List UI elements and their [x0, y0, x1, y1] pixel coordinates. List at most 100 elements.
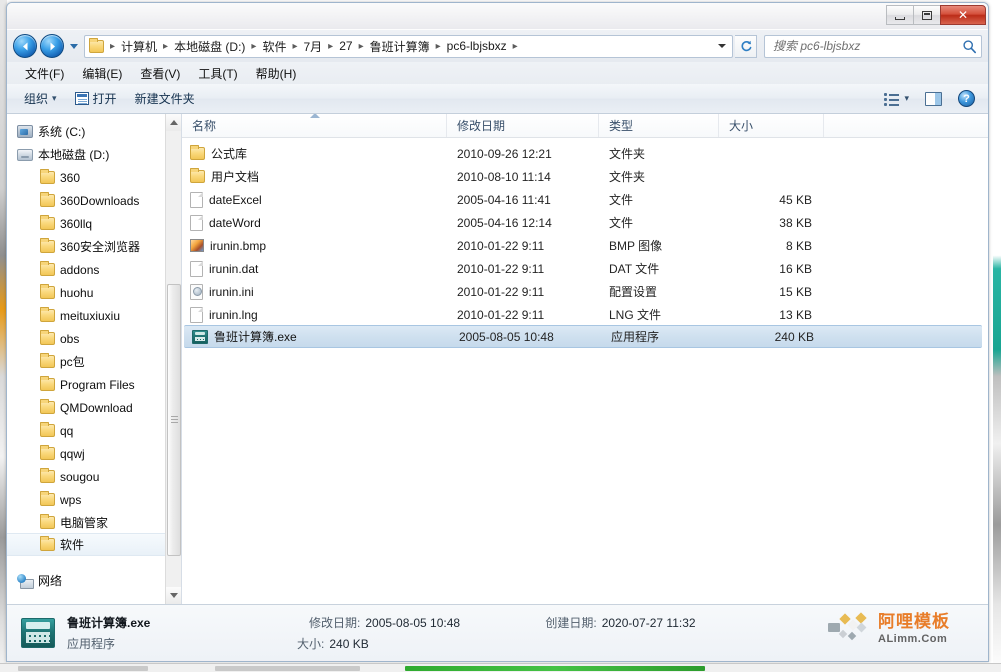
sidebar-item-360browser[interactable]: 360安全浏览器 — [7, 235, 181, 258]
table-row[interactable]: irunin.bmp 2010-01-22 9:11 BMP 图像 8 KB — [182, 234, 988, 257]
sidebar-item-pcbao[interactable]: pc包 — [7, 350, 181, 373]
search-input[interactable] — [773, 39, 962, 53]
search-box[interactable] — [764, 34, 982, 58]
table-row-selected[interactable]: 鲁班计算簿.exe 2005-08-05 10:48 应用程序 240 KB — [184, 325, 982, 348]
breadcrumb-item-6[interactable]: pc6-lbjsbxz — [444, 38, 510, 54]
sidebar-item-software[interactable]: 软件 — [7, 533, 181, 556]
sidebar-scroll-up-button[interactable] — [166, 114, 181, 131]
folder-icon — [40, 261, 55, 276]
sidebar-item-computer-manager[interactable]: 电脑管家 — [7, 511, 181, 534]
sidebar-item-huohu[interactable]: huohu — [7, 281, 181, 304]
table-row[interactable]: irunin.lng 2010-01-22 9:11 LNG 文件 13 KB — [182, 303, 988, 326]
breadcrumb-item-1[interactable]: 本地磁盘 (D:) — [171, 37, 248, 56]
new-folder-button[interactable]: 新建文件夹 — [128, 87, 202, 110]
taskbar-progress[interactable] — [405, 666, 705, 671]
sidebar-item-obs[interactable]: obs — [7, 327, 181, 350]
sidebar-scrollbar[interactable] — [165, 114, 181, 604]
file-size: 15 KB — [779, 284, 812, 299]
sidebar-item-360[interactable]: 360 — [7, 166, 181, 189]
table-row[interactable]: dateWord 2005-04-16 12:14 文件 38 KB — [182, 211, 988, 234]
breadcrumb-item-3[interactable]: 7月 — [300, 37, 325, 56]
sidebar-item-addons[interactable]: addons — [7, 258, 181, 281]
breadcrumb-dropdown-button[interactable] — [714, 36, 730, 57]
menu-help[interactable]: 帮助(H) — [248, 63, 305, 84]
file-date: 2010-08-10 11:14 — [457, 169, 551, 184]
menu-tools[interactable]: 工具(T) — [190, 63, 245, 84]
sidebar-item-sougou[interactable]: sougou — [7, 465, 181, 488]
open-button[interactable]: 打开 — [68, 87, 124, 110]
column-header-name[interactable]: 名称 — [182, 114, 447, 137]
forward-button[interactable] — [40, 34, 64, 58]
file-name: 鲁班计算簿.exe — [214, 330, 297, 344]
sidebar-item-qmdownload[interactable]: QMDownload — [7, 396, 181, 419]
breadcrumb[interactable]: ▸ 计算机 ▸ 本地磁盘 (D:) ▸ 软件 ▸ 7月 ▸ 27 ▸ 鲁班计算簿… — [84, 34, 733, 58]
menu-edit[interactable]: 编辑(E) — [74, 63, 130, 84]
refresh-button[interactable] — [735, 34, 757, 58]
file-type: 文件夹 — [609, 170, 646, 184]
back-button[interactable] — [13, 34, 37, 58]
file-date: 2005-04-16 12:14 — [457, 215, 552, 230]
taskbar-item-1[interactable] — [18, 666, 148, 671]
breadcrumb-item-2[interactable]: 软件 — [259, 37, 289, 56]
application-icon — [192, 329, 208, 344]
sidebar-item-360llq[interactable]: 360llq — [7, 212, 181, 235]
table-row[interactable]: irunin.dat 2010-01-22 9:11 DAT 文件 16 KB — [182, 257, 988, 280]
breadcrumb-separator: ▸ — [110, 40, 116, 52]
folder-icon — [40, 422, 55, 437]
taskbar[interactable] — [0, 663, 1001, 672]
sidebar-item-360downloads[interactable]: 360Downloads — [7, 189, 181, 212]
sidebar-item-wps[interactable]: wps — [7, 488, 181, 511]
sidebar-item-meituxiuxiu[interactable]: meituxiuxiu — [7, 304, 181, 327]
taskbar-item-2[interactable] — [215, 666, 360, 671]
breadcrumb-item-4[interactable]: 27 — [336, 38, 355, 54]
sidebar-item-label: 系统 (C:) — [38, 125, 86, 139]
details-file-name: 鲁班计算簿.exe — [67, 615, 151, 630]
column-header-type[interactable]: 类型 — [599, 114, 719, 137]
sidebar-item-program-files[interactable]: Program Files — [7, 373, 181, 396]
sidebar-scroll-down-button[interactable] — [166, 587, 181, 604]
sidebar-item-label: obs — [60, 331, 80, 346]
change-view-button[interactable]: ▾ — [877, 89, 916, 109]
menu-view[interactable]: 查看(V) — [132, 63, 188, 84]
sidebar-item-label: QMDownload — [60, 400, 133, 415]
menu-file[interactable]: 文件(F) — [17, 63, 72, 84]
table-row[interactable]: dateExcel 2005-04-16 11:41 文件 45 KB — [182, 188, 988, 211]
file-name-cell: 用户文档 — [182, 168, 447, 185]
sidebar-item-local-disk-d[interactable]: 本地磁盘 (D:) — [7, 143, 181, 166]
folder-icon — [40, 192, 55, 207]
file-date: 2010-01-22 9:11 — [457, 307, 545, 322]
preview-pane-button[interactable] — [918, 89, 949, 109]
breadcrumb-item-0[interactable]: 计算机 — [118, 37, 160, 56]
sidebar-item-label: 360llq — [60, 216, 93, 231]
folder-icon — [40, 307, 55, 322]
sidebar-scrollbar-thumb[interactable] — [167, 284, 181, 556]
table-row[interactable]: 用户文档 2010-08-10 11:14 文件夹 — [182, 165, 988, 188]
organize-button[interactable]: 组织 ▾ — [17, 87, 64, 110]
window-titlebar[interactable]: ✕ — [7, 3, 988, 30]
minimize-button[interactable] — [886, 5, 914, 25]
column-header-size[interactable]: 大小 — [719, 114, 824, 137]
sidebar-item-network[interactable]: 网络 — [7, 569, 181, 592]
sidebar-item-label: 360 — [60, 170, 81, 185]
watermark: 阿哩模板 ALimm.Com — [828, 607, 980, 651]
sidebar-item-qq[interactable]: qq — [7, 419, 181, 442]
help-button[interactable]: ? — [951, 87, 982, 110]
file-name-cell: irunin.dat — [182, 260, 447, 277]
folder-icon — [40, 468, 55, 483]
breadcrumb-separator: ▸ — [328, 40, 334, 52]
file-name-cell: dateWord — [182, 214, 447, 231]
breadcrumb-item-5[interactable]: 鲁班计算簿 — [367, 37, 433, 56]
address-bar: ▸ 计算机 ▸ 本地磁盘 (D:) ▸ 软件 ▸ 7月 ▸ 27 ▸ 鲁班计算簿… — [7, 30, 988, 62]
sidebar-item-qqwj[interactable]: qqwj — [7, 442, 181, 465]
column-header-date-modified[interactable]: 修改日期 — [447, 114, 599, 137]
recent-pages-button[interactable] — [67, 34, 81, 58]
file-name-cell: irunin.bmp — [182, 239, 447, 253]
close-button[interactable]: ✕ — [940, 5, 986, 25]
table-row[interactable]: 公式库 2010-09-26 12:21 文件夹 — [182, 142, 988, 165]
file-size: 8 KB — [785, 238, 812, 253]
network-icon — [17, 573, 34, 589]
file-type: LNG 文件 — [609, 308, 662, 322]
table-row[interactable]: irunin.ini 2010-01-22 9:11 配置设置 15 KB — [182, 280, 988, 303]
sidebar-item-system-c[interactable]: 系统 (C:) — [7, 120, 181, 143]
maximize-button[interactable] — [913, 5, 941, 25]
